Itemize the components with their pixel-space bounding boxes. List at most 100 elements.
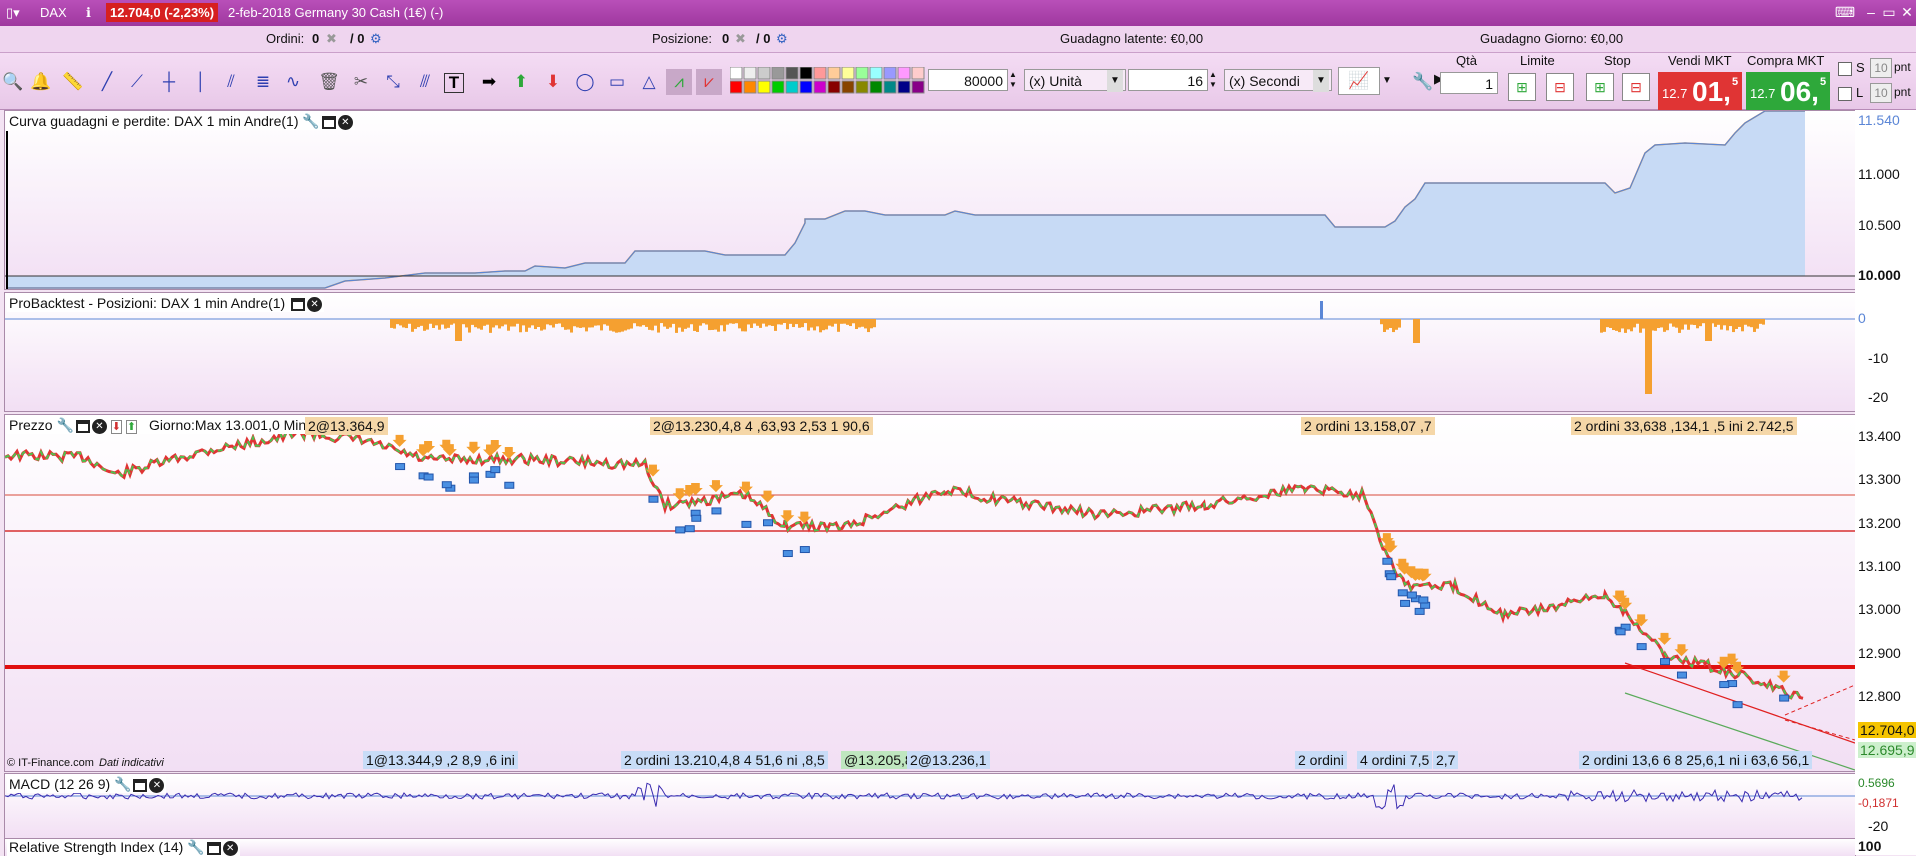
order-tag[interactable]: 2 ordini 33,638 ,134,1 ,5 ini 2.742,5 (1571, 417, 1797, 435)
chevron-down-icon[interactable]: ▼ (1107, 70, 1123, 92)
vertical-line-icon[interactable]: │ (188, 69, 214, 95)
fibonacci-icon[interactable]: ≣ (250, 69, 276, 95)
wrench-icon[interactable]: 🔧 (187, 839, 204, 855)
interval-unit-select[interactable]: (x) Secondi ▼ (1224, 69, 1332, 92)
ray-icon[interactable]: ⟋ (124, 69, 150, 95)
sell-market-button[interactable]: 12.7 01, 5 (1658, 72, 1742, 110)
order-arrow (760, 490, 775, 503)
order-tag[interactable]: 4 ordini 7,5 (1357, 751, 1433, 769)
window-icon[interactable] (321, 115, 336, 129)
buy-limit-icon[interactable]: ⊞ (1508, 73, 1536, 101)
position-bar (660, 319, 663, 324)
buy-market-button[interactable]: 12.7 06, 5 (1746, 72, 1830, 110)
order-tag[interactable]: @13.205,8 (841, 751, 916, 769)
zoom-icon[interactable]: 🔍 (0, 69, 26, 95)
limit-points-input[interactable]: 10 (1870, 83, 1892, 103)
chart-style-icon[interactable]: 📈 (1338, 67, 1380, 95)
text-tool-icon[interactable]: T (444, 73, 464, 93)
qta-input[interactable]: 1 (1440, 72, 1498, 94)
position-bar (657, 319, 660, 333)
limit-checkbox[interactable] (1838, 87, 1852, 101)
window-icon[interactable] (206, 841, 221, 855)
close-icon[interactable]: ✕ (91, 418, 107, 434)
color-swatch (785, 80, 799, 94)
chevron-down-icon[interactable]: ▼ (1382, 75, 1392, 86)
wrench-icon[interactable]: 🔧 (56, 417, 73, 433)
wrench-icon[interactable]: 🔧 (1410, 69, 1436, 95)
close-icon[interactable]: ✕ (222, 840, 238, 856)
horizontal-line-icon[interactable]: ┼ (156, 69, 182, 95)
trendline-icon[interactable]: ╱ (94, 69, 120, 95)
order-tag[interactable]: 2 ordini 13.158,07 ,7 (1301, 417, 1435, 435)
window-icon[interactable] (133, 778, 148, 792)
equity-area (7, 111, 1805, 288)
window-menu-icon[interactable]: ▯▾ (6, 5, 20, 21)
window-icon[interactable] (75, 419, 90, 433)
order-tag[interactable]: 1@13.344,9 ,2 8,9 ,6 ini (363, 751, 518, 769)
position-settings-icon[interactable]: ⚙ (776, 31, 788, 47)
arrow-up-green-icon[interactable]: ⬆ (508, 69, 534, 95)
keyboard-icon[interactable]: ⌨ (1834, 4, 1856, 21)
buy-stop-icon[interactable]: ⊞ (1586, 73, 1614, 101)
arrows-icon[interactable]: ⤡ (380, 69, 406, 95)
lasso-icon[interactable]: ◯ (572, 69, 598, 95)
color-palette[interactable] (729, 66, 926, 95)
order-tag[interactable]: 2 ordini (1295, 751, 1347, 769)
wrench-icon[interactable]: 🔧 (302, 113, 319, 129)
info-icon[interactable]: ℹ (86, 5, 91, 21)
stop-checkbox[interactable] (1838, 62, 1852, 76)
triangle-icon[interactable]: △ (636, 69, 662, 95)
color-swatches[interactable] (729, 66, 926, 95)
interval-input[interactable]: 16 (1128, 69, 1208, 91)
close-icon[interactable]: ✕ (1896, 4, 1916, 21)
equity-curve-panel[interactable]: Curva guadagni e perdite: DAX 1 min Andr… (4, 110, 1856, 290)
close-icon[interactable]: ✕ (149, 777, 165, 793)
sell-stop-icon[interactable]: ⊟ (1622, 73, 1650, 101)
unrealized-gain: Guadagno latente: €0,00 (1060, 31, 1204, 46)
positions-panel[interactable]: ProBacktest - Posizioni: DAX 1 min Andre… (4, 292, 1856, 412)
macd-panel[interactable]: MACD (12 26 9) 🔧 ✕ (4, 773, 1856, 839)
color-swatch (869, 66, 883, 80)
order-tag[interactable]: 2@13.364,9 (305, 417, 388, 435)
orders-value: 0 (312, 31, 320, 46)
rectangle-icon[interactable]: ▭ (604, 69, 630, 95)
order-tag[interactable]: 2@13.230,4,8 4 ,63,93 2,53 1 90,6 (650, 417, 873, 435)
chevron-down-icon[interactable]: ▼ (1313, 70, 1329, 92)
orders-settings-icon[interactable]: ⚙ (370, 31, 382, 47)
ruler-icon[interactable]: 📏 (60, 69, 86, 95)
trash-icon[interactable]: 🗑 (316, 69, 342, 95)
orders-total: / 0 (350, 31, 365, 46)
wave-icon[interactable]: ∿ (280, 69, 306, 95)
line-style-icon[interactable]: ⩘ (666, 69, 692, 95)
position-cancel-icon[interactable]: ✖ (735, 31, 746, 47)
stop-points-input[interactable]: 10 (1870, 58, 1892, 78)
unit-select[interactable]: (x) Unità ▼ (1024, 69, 1126, 92)
parallel-icon[interactable]: ⫻ (412, 69, 438, 95)
sell-limit-icon[interactable]: ⊟ (1546, 73, 1574, 101)
alert-bell-icon[interactable]: 🔔 (28, 69, 54, 95)
line-style-red-icon[interactable]: ⩗ (696, 69, 722, 95)
price-panel[interactable]: Prezzo 🔧 ✕ ⬇ ⬆ Giorno:Max 13.001,0 Min 12… (4, 414, 1856, 772)
order-tag[interactable]: 2,7 (1433, 751, 1459, 769)
quantity-stepper[interactable]: ▲ ▼ (1009, 70, 1017, 90)
window-icon[interactable] (291, 297, 306, 311)
arrow-down-icon[interactable]: ⬇ (110, 420, 123, 434)
position-bar (1627, 319, 1630, 330)
wrench-icon[interactable]: 🔧 (114, 776, 131, 792)
arrow-right-icon[interactable]: ➡ (476, 69, 502, 95)
arrow-down-red-icon[interactable]: ⬇ (540, 69, 566, 95)
arrow-up-icon[interactable]: ⬆ (125, 420, 138, 434)
order-tag[interactable]: 2 ordini 13,6 6 8 25,6,1 ni i 63,6 56,1 (1579, 751, 1813, 769)
order-tag[interactable]: 2 ordini 13.210,4,8 4 51,6 ni ,8,5 (621, 751, 828, 769)
interval-stepper[interactable]: ▲ ▼ (1209, 70, 1217, 90)
order-tag[interactable]: 2@13.236,1 (907, 751, 990, 769)
position-bar (1753, 319, 1756, 332)
position-bar (636, 319, 639, 327)
tools-icon[interactable]: ✂ (348, 69, 374, 95)
close-icon[interactable]: ✕ (337, 114, 353, 130)
rsi-panel[interactable]: Relative Strength Index (14) 🔧 ✕ (4, 838, 1856, 856)
orders-cancel-icon[interactable]: ✖ (326, 31, 337, 47)
channel-icon[interactable]: ⫽ (218, 69, 244, 95)
quantity-input[interactable]: 80000 (928, 69, 1008, 91)
close-icon[interactable]: ✕ (307, 296, 323, 312)
